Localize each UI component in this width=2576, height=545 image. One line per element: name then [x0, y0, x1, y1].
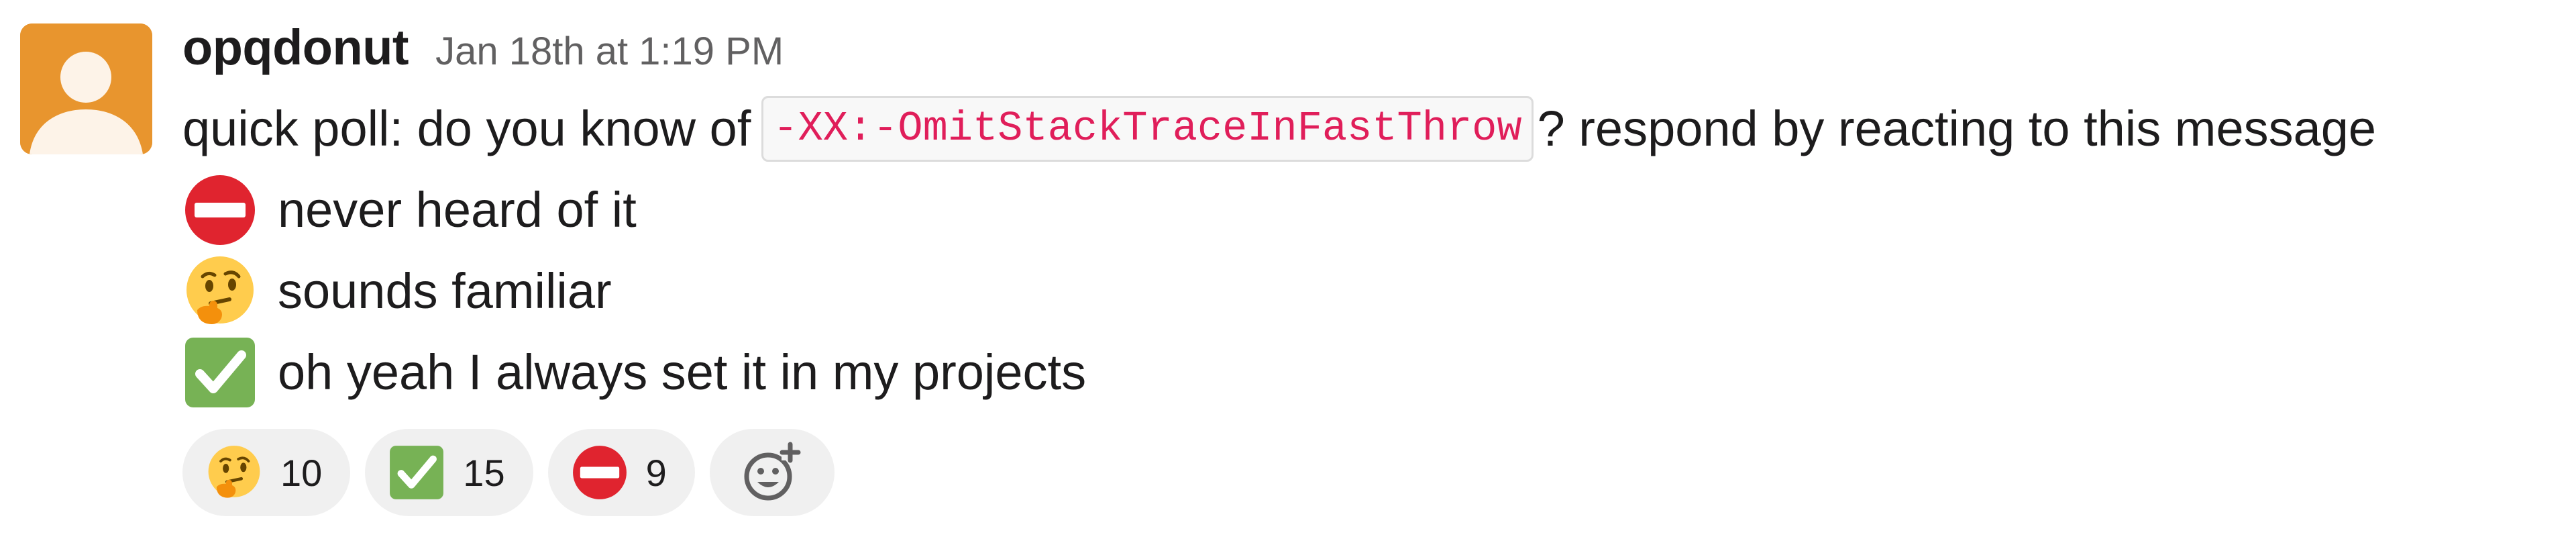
reactions-bar: 10 15 9 — [182, 429, 2557, 516]
reaction-no-entry[interactable]: 9 — [547, 429, 695, 516]
avatar[interactable] — [20, 23, 152, 154]
message-header: opqdonut Jan 18th at 1:19 PM — [182, 19, 2557, 86]
poll-option: never heard of it — [182, 169, 2557, 250]
white-check-mark-icon — [182, 335, 258, 410]
reaction-count: 15 — [463, 451, 505, 494]
poll-option: sounds familiar — [182, 250, 2557, 332]
option-text: oh yeah I always set it in my projects — [278, 344, 1087, 400]
no-entry-icon — [182, 172, 258, 248]
author-name[interactable]: opqdonut — [182, 19, 409, 76]
message-content: opqdonut Jan 18th at 1:19 PM quick poll:… — [182, 19, 2557, 516]
thinking-face-icon — [205, 444, 263, 501]
option-text: sounds familiar — [278, 263, 612, 319]
add-reaction-button[interactable] — [709, 429, 835, 516]
thinking-face-icon — [182, 254, 258, 329]
user-silhouette-icon — [20, 23, 152, 154]
option-text: never heard of it — [278, 182, 637, 238]
message-text: ? respond by reacting to this message — [1537, 101, 2377, 156]
message-timestamp[interactable]: Jan 18th at 1:19 PM — [435, 29, 784, 74]
message-line: quick poll: do you know of -XX:-OmitStac… — [182, 88, 2557, 169]
reaction-thinking-face[interactable]: 10 — [182, 429, 351, 516]
poll-option: oh yeah I always set it in my projects — [182, 332, 2557, 413]
reaction-count: 9 — [645, 451, 667, 494]
no-entry-icon — [571, 444, 629, 501]
add-reaction-icon — [744, 442, 801, 501]
reaction-count: 10 — [280, 451, 323, 494]
message-text: quick poll: do you know of — [182, 101, 751, 156]
reaction-white-check-mark[interactable]: 15 — [365, 429, 533, 516]
message: opqdonut Jan 18th at 1:19 PM quick poll:… — [0, 0, 2576, 545]
inline-code: -XX:-OmitStackTraceInFastThrow — [761, 95, 1534, 162]
white-check-mark-icon — [388, 444, 445, 501]
